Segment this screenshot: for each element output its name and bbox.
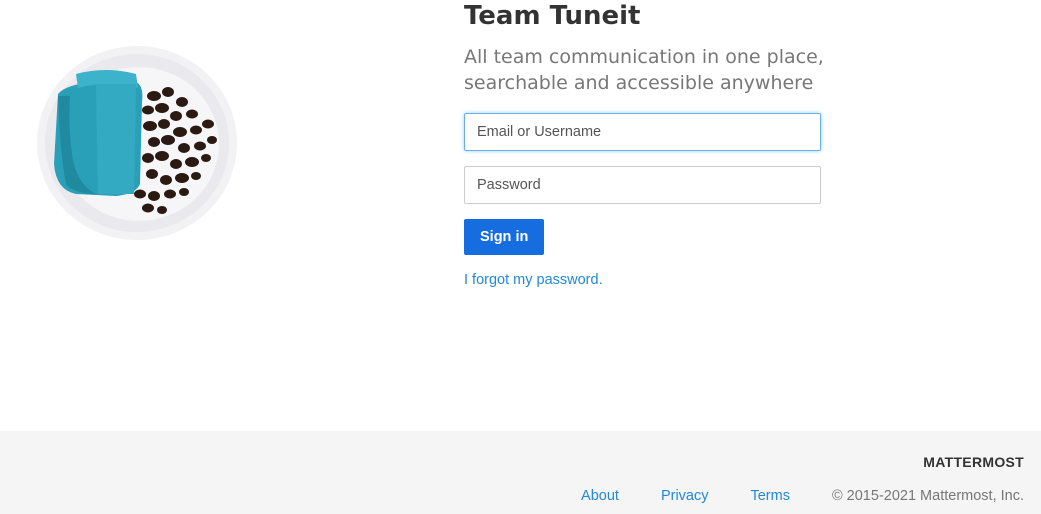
- forgot-password-link[interactable]: I forgot my password.: [464, 272, 824, 288]
- password-input[interactable]: [464, 166, 821, 204]
- email-or-username-input[interactable]: [464, 113, 821, 151]
- footer-copyright: © 2015-2021 Mattermost, Inc.: [831, 488, 1024, 504]
- login-page: Team Tuneit All team communication in on…: [0, 0, 1041, 514]
- site-description: All team communication in one place, sea…: [464, 46, 824, 94]
- footer-links: About Privacy Terms © 2015-2021 Mattermo…: [581, 488, 1024, 504]
- site-name: Team Tuneit: [464, 1, 641, 31]
- sign-in-button[interactable]: Sign in: [464, 219, 545, 255]
- login-form: Team Tuneit All team communication in on…: [464, 0, 824, 288]
- footer-privacy-link[interactable]: Privacy: [661, 488, 709, 504]
- password-field-wrapper: [464, 166, 824, 204]
- coffee-cup-illustration: [36, 44, 238, 242]
- email-field-wrapper: [464, 113, 824, 151]
- coffee-cup-image: [37, 46, 237, 240]
- footer-brand: MATTERMOST: [923, 454, 1024, 470]
- footer-about-link[interactable]: About: [581, 488, 619, 504]
- footer-terms-link[interactable]: Terms: [750, 488, 789, 504]
- footer: MATTERMOST About Privacy Terms © 2015-20…: [0, 431, 1041, 514]
